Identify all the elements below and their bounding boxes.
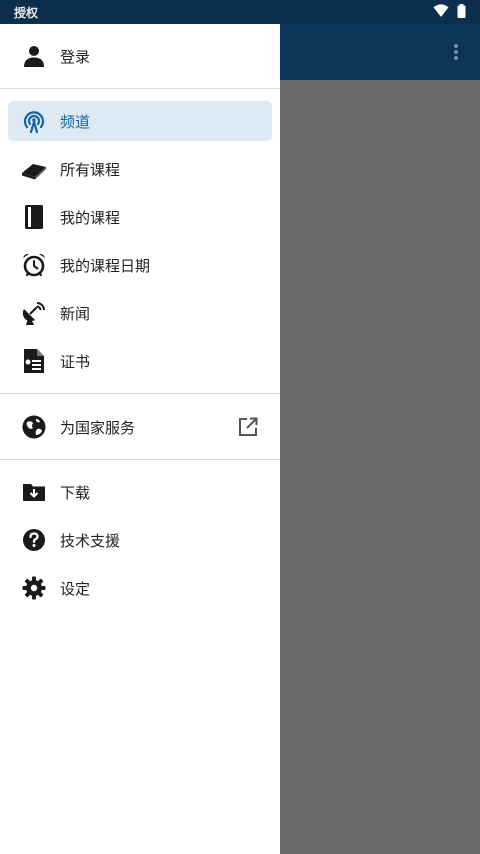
help-icon — [20, 526, 48, 554]
drawer-item-certificates[interactable]: 证书 — [8, 341, 272, 381]
battery-icon — [457, 3, 466, 22]
drawer-item-my-course-dates[interactable]: 我的课程日期 — [8, 245, 272, 285]
divider — [0, 393, 280, 394]
drawer-item-label: 登录 — [60, 47, 91, 66]
globe-icon — [20, 413, 48, 441]
drawer-item-my-courses[interactable]: 我的课程 — [8, 197, 272, 237]
drawer-item-label: 为国家服务 — [60, 418, 136, 437]
settings-icon — [20, 574, 48, 602]
drawer-item-label: 我的课程 — [60, 208, 121, 227]
download-folder-icon — [20, 478, 48, 506]
book-stack-icon — [20, 155, 48, 183]
navigation-drawer: 登录 频道 所有课程 我的课程 我的课程日期 新闻 证书 为国家服务 下载 技术… — [0, 24, 280, 854]
divider — [0, 459, 280, 460]
satellite-dish-icon — [20, 299, 48, 327]
book-icon — [20, 203, 48, 231]
drawer-item-label: 所有课程 — [60, 160, 121, 179]
drawer-item-login[interactable]: 登录 — [8, 36, 272, 76]
drawer-item-news[interactable]: 新闻 — [8, 293, 272, 333]
certificate-icon — [20, 347, 48, 375]
drawer-item-label: 频道 — [60, 112, 91, 131]
divider — [0, 88, 280, 89]
alarm-clock-icon — [20, 251, 48, 279]
drawer-scrim[interactable] — [280, 80, 480, 854]
more-vert-icon[interactable] — [446, 40, 466, 64]
drawer-item-all-courses[interactable]: 所有课程 — [8, 149, 272, 189]
drawer-item-channels[interactable]: 频道 — [8, 101, 272, 141]
person-icon — [20, 42, 48, 70]
drawer-item-serve-country[interactable]: 为国家服务 — [8, 407, 272, 447]
broadcast-icon — [20, 107, 48, 135]
screen: 授权 登录 频道 所有课程 我的课程 我的课程日期 新闻 证书 为国家服务 下载… — [0, 0, 480, 854]
drawer-item-label: 我的课程日期 — [60, 256, 151, 275]
drawer-item-downloads[interactable]: 下载 — [8, 472, 272, 512]
status-notification-text: 授权 — [14, 5, 39, 20]
drawer-item-tech-support[interactable]: 技术支援 — [8, 520, 272, 560]
status-bar: 授权 — [0, 0, 480, 24]
status-icons — [433, 3, 466, 22]
wifi-icon — [433, 3, 449, 22]
drawer-item-label: 设定 — [60, 579, 91, 598]
drawer-item-label: 下载 — [60, 483, 91, 502]
drawer-item-label: 证书 — [60, 352, 91, 371]
drawer-item-settings[interactable]: 设定 — [8, 568, 272, 608]
open-in-new-icon — [236, 415, 260, 439]
drawer-item-label: 新闻 — [60, 304, 91, 323]
drawer-item-label: 技术支援 — [60, 531, 121, 550]
